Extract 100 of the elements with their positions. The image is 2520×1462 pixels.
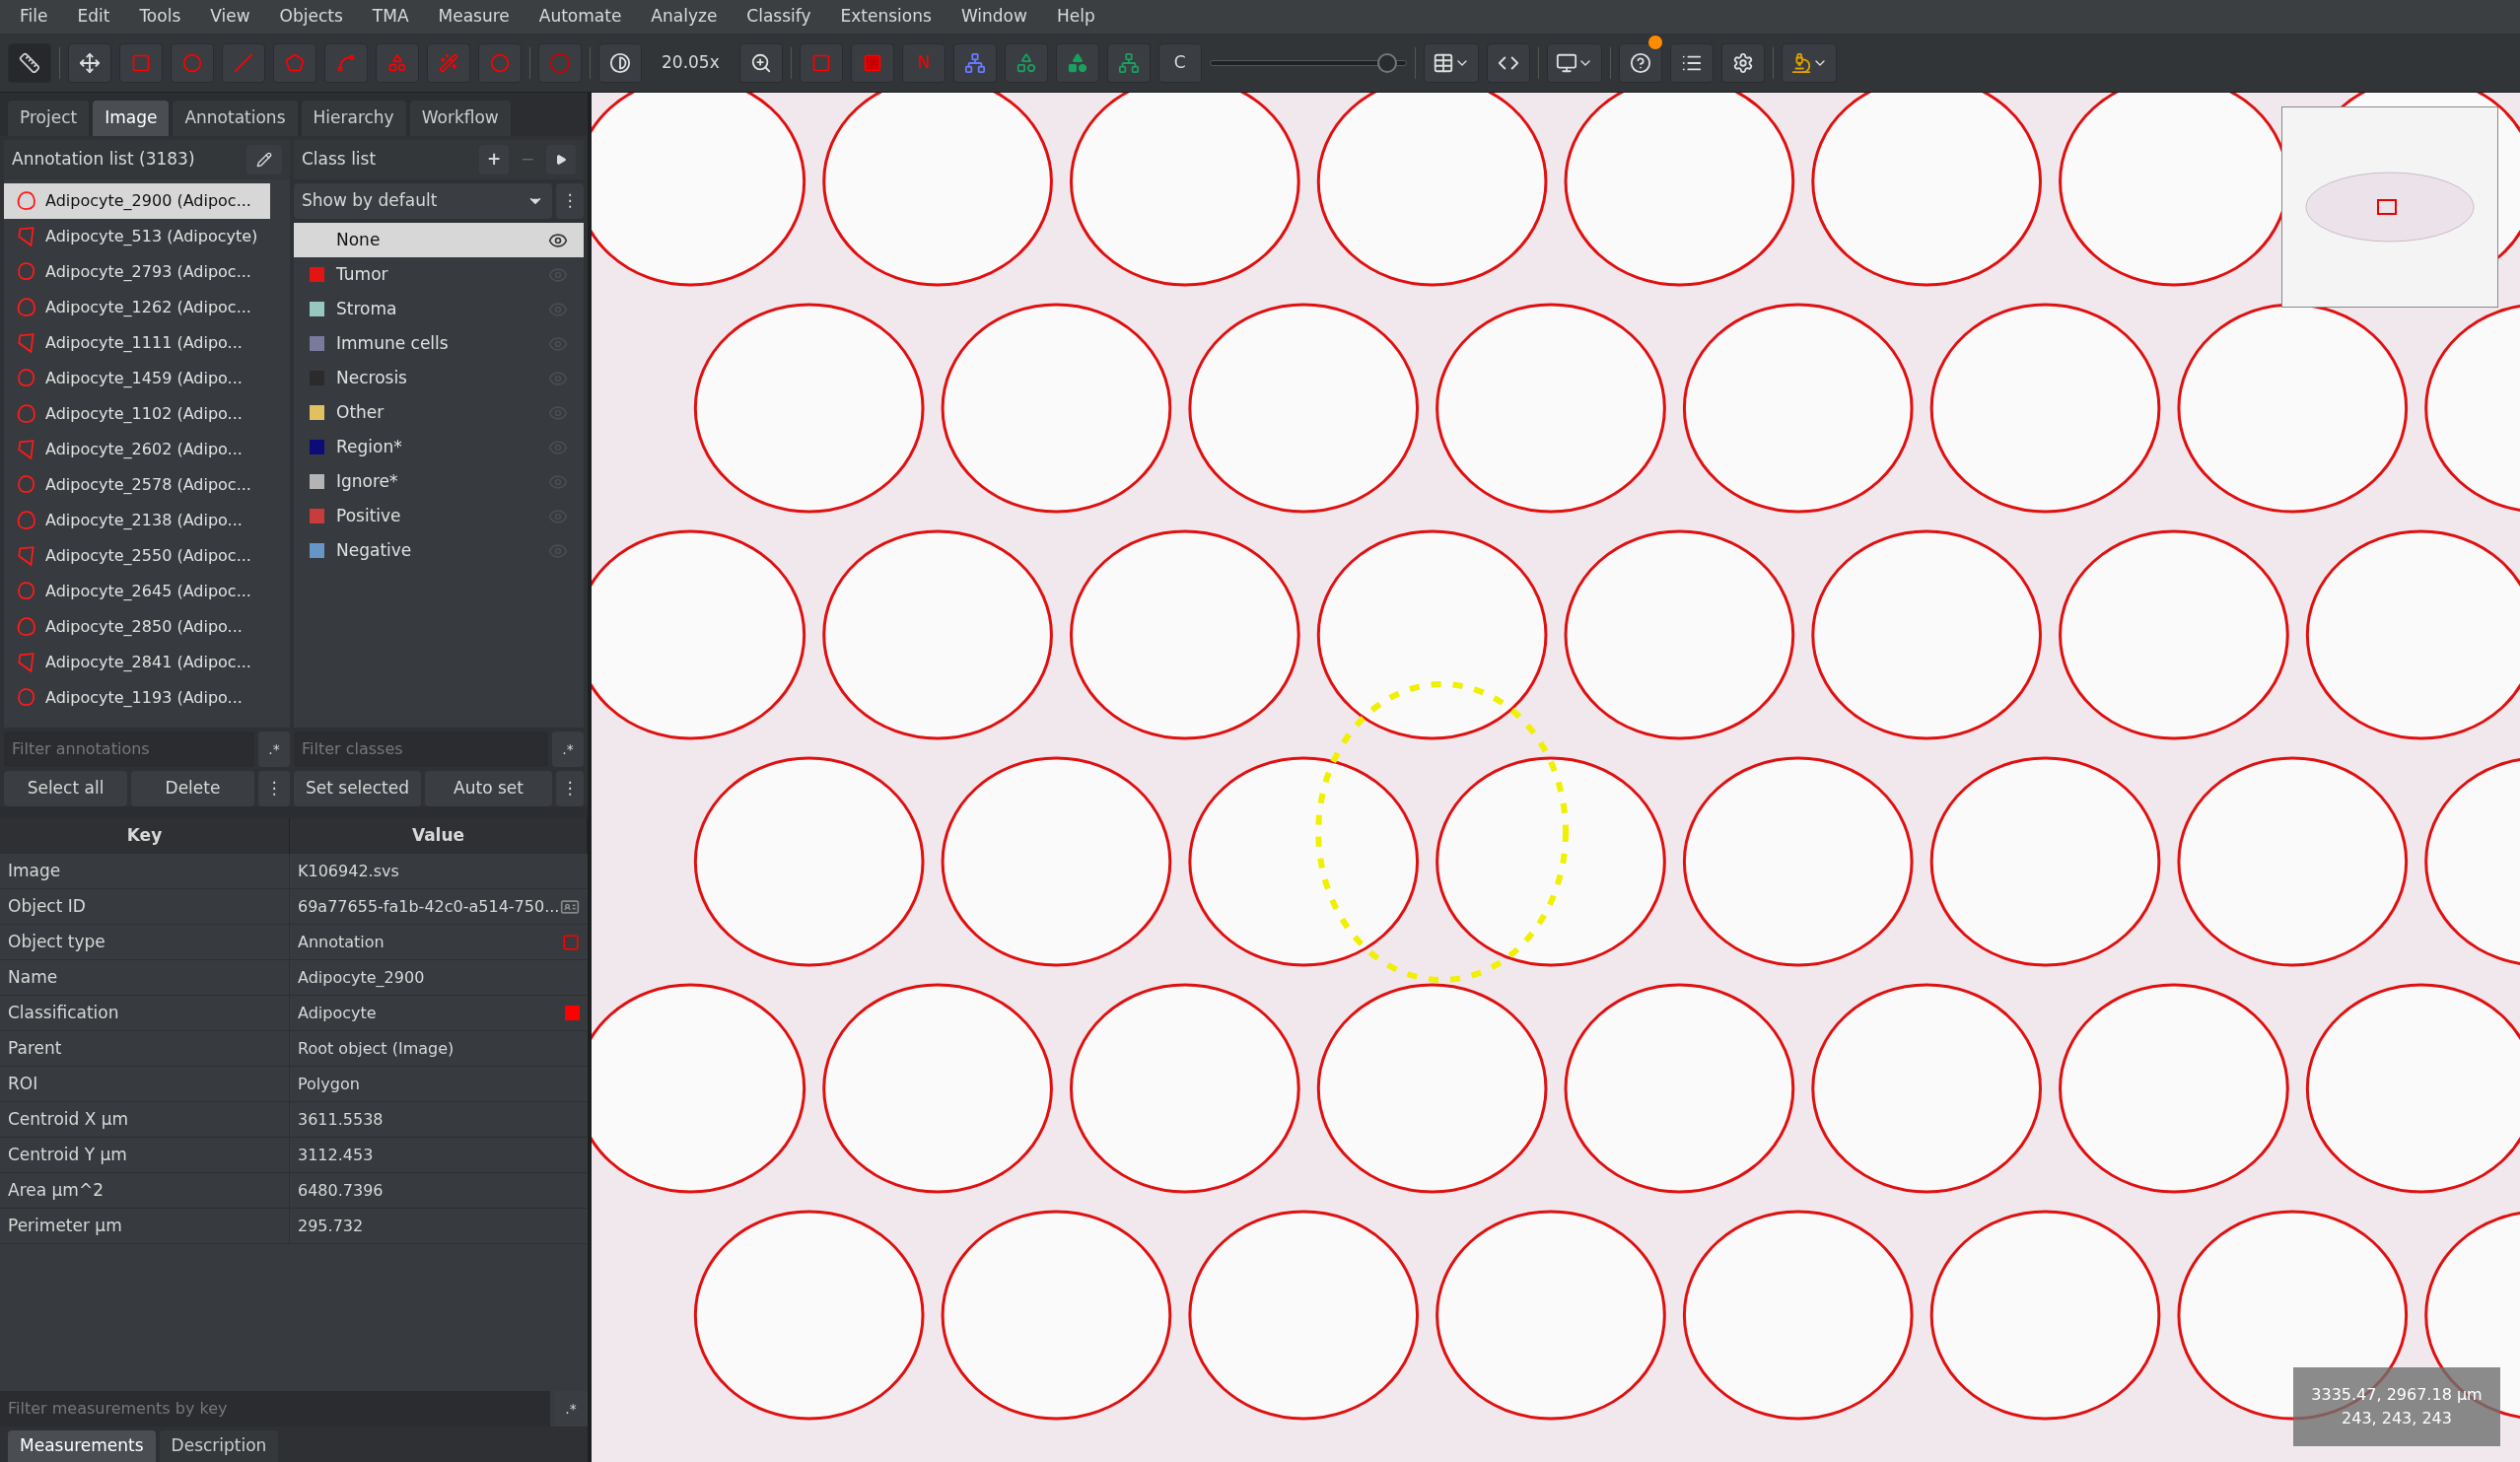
script-editor-button[interactable] — [1486, 42, 1530, 83]
add-button[interactable]: + — [479, 145, 509, 174]
more-button[interactable]: ⋮ — [258, 771, 290, 806]
annotation-item[interactable]: Adipocyte_2138 (Adipo... — [4, 503, 270, 538]
menu-item[interactable]: Measure — [438, 4, 510, 30]
view-dropdown[interactable] — [1546, 42, 1602, 83]
class-item[interactable]: Necrosis — [294, 361, 584, 395]
brightness-contrast-button[interactable] — [598, 42, 642, 83]
panel-button[interactable]: Auto set — [425, 771, 552, 806]
polygon-icon — [16, 403, 37, 425]
menu-item[interactable]: Tools — [139, 4, 181, 30]
class-item[interactable]: Ignore* — [294, 464, 584, 499]
panel-tab[interactable]: Description — [159, 1430, 279, 1462]
rectangle-tool[interactable] — [119, 42, 163, 83]
menu-item[interactable]: Help — [1056, 4, 1095, 30]
ruler-tool[interactable] — [8, 42, 51, 83]
column-header[interactable]: Value — [290, 818, 588, 854]
panel-tab[interactable]: Annotations — [173, 101, 298, 136]
show-detections-button[interactable] — [1004, 42, 1048, 83]
annotation-item[interactable]: Adipocyte_2645 (Adipoc... — [4, 574, 270, 609]
menu-item[interactable]: File — [20, 4, 48, 30]
annotation-item[interactable]: Adipocyte_2841 (Adipoc... — [4, 645, 270, 680]
menu-item[interactable]: Automate — [538, 4, 622, 30]
filter-field[interactable]: Filter annotations — [4, 731, 254, 767]
table-cell: ROI — [0, 1067, 290, 1101]
panel-tab[interactable]: Hierarchy — [301, 101, 406, 136]
more-button[interactable]: ⋮ — [556, 771, 584, 806]
more-button[interactable]: ⋮ — [556, 183, 584, 219]
menu-item[interactable]: Extensions — [840, 4, 932, 30]
regex-toggle[interactable]: .* — [552, 731, 584, 767]
annotation-item[interactable]: Adipocyte_1193 (Adipo... — [4, 680, 270, 716]
menu-item[interactable]: View — [210, 4, 250, 30]
polyline-tool[interactable] — [324, 42, 368, 83]
class-item[interactable]: Stroma — [294, 292, 584, 326]
annotation-item[interactable]: Adipocyte_1459 (Adipo... — [4, 361, 270, 396]
table-cell: Name — [0, 960, 290, 995]
menu-item[interactable]: TMA — [372, 4, 409, 30]
column-header[interactable]: Key — [0, 818, 290, 854]
filter-field[interactable]: Filter classes — [294, 731, 548, 767]
annotation-item[interactable]: Adipocyte_513 (Adipocyte) — [4, 219, 270, 254]
menu-item[interactable]: Objects — [279, 4, 343, 30]
polygon-tool[interactable] — [273, 42, 316, 83]
panel-button[interactable]: Set selected — [294, 771, 421, 806]
move-tool[interactable] — [68, 42, 111, 83]
class-item[interactable]: Tumor — [294, 257, 584, 292]
settings-button[interactable] — [1720, 42, 1765, 83]
show-tma-button[interactable] — [952, 42, 997, 83]
menu-item[interactable]: Analyze — [651, 4, 718, 30]
fill-detections-button[interactable] — [1055, 42, 1099, 83]
class-item[interactable]: Other — [294, 395, 584, 430]
annotation-item[interactable]: Adipocyte_2550 (Adipoc... — [4, 538, 270, 574]
annotation-item[interactable]: Adipocyte_2793 (Adipoc... — [4, 254, 270, 290]
tissue-image-placeholder[interactable] — [592, 93, 2520, 1462]
class-item[interactable]: Positive — [294, 499, 584, 533]
selection-mode-button[interactable] — [538, 42, 582, 83]
annotation-item[interactable]: Adipocyte_1111 (Adipo... — [4, 325, 270, 361]
brush-tool[interactable] — [376, 42, 419, 83]
class-item[interactable]: Region* — [294, 430, 584, 464]
annotation-item[interactable]: Adipocyte_2850 (Adipo... — [4, 609, 270, 645]
annotation-item[interactable]: Adipocyte_1102 (Adipo... — [4, 396, 270, 432]
microscope-dropdown[interactable] — [1781, 42, 1837, 83]
panel-button[interactable]: Select all — [4, 771, 127, 806]
log-button[interactable] — [1669, 42, 1714, 83]
annotation-item[interactable]: Adipocyte_1262 (Adipoc... — [4, 290, 270, 325]
channel-button[interactable]: C — [1157, 42, 1202, 83]
line-tool[interactable] — [222, 42, 265, 83]
class-item[interactable]: None — [294, 223, 584, 257]
help-button[interactable] — [1618, 42, 1662, 83]
table-cell: Image — [0, 854, 290, 888]
filter-field[interactable]: Filter measurements by key — [0, 1391, 550, 1427]
show-annotations-button[interactable] — [799, 42, 843, 83]
panel-tab[interactable]: Project — [8, 101, 90, 136]
ellipse-tool[interactable] — [171, 42, 214, 83]
zoom-to-fit-button[interactable] — [738, 42, 783, 83]
annotation-item[interactable]: Adipocyte_2900 (Adipoc... — [4, 183, 270, 219]
wand-icon — [439, 52, 458, 73]
polygon-icon — [285, 52, 305, 73]
wand-tool[interactable] — [427, 42, 470, 83]
panel-tab[interactable]: Image — [93, 101, 170, 136]
panel-button[interactable]: Delete — [131, 771, 254, 806]
grid-dropdown[interactable] — [1423, 42, 1479, 83]
regex-toggle[interactable]: .* — [258, 731, 290, 767]
overview-thumbnail[interactable] — [2281, 106, 2498, 308]
menu-item[interactable]: Classify — [746, 4, 811, 30]
menu-item[interactable]: Edit — [77, 4, 110, 30]
show-mode-dropdown[interactable]: Show by default — [294, 183, 552, 219]
edit-button[interactable] — [246, 145, 282, 174]
class-item[interactable]: Immune cells — [294, 326, 584, 361]
fill-annotations-button[interactable] — [850, 42, 894, 83]
annotation-item[interactable]: Adipocyte_2602 (Adipo... — [4, 432, 270, 467]
points-tool[interactable] — [478, 42, 522, 83]
menu-item[interactable]: Window — [960, 4, 1027, 30]
opacity-slider[interactable] — [1209, 52, 1407, 73]
panel-tab[interactable]: Workflow — [409, 101, 511, 136]
panel-tab[interactable]: Measurements — [8, 1430, 156, 1462]
shapes-icon — [1015, 51, 1037, 74]
show-connections-button[interactable] — [1106, 42, 1151, 83]
annotation-item[interactable]: Adipocyte_2578 (Adipoc... — [4, 467, 270, 503]
class-item[interactable]: Negative — [294, 533, 584, 568]
expand-button[interactable] — [546, 145, 576, 174]
